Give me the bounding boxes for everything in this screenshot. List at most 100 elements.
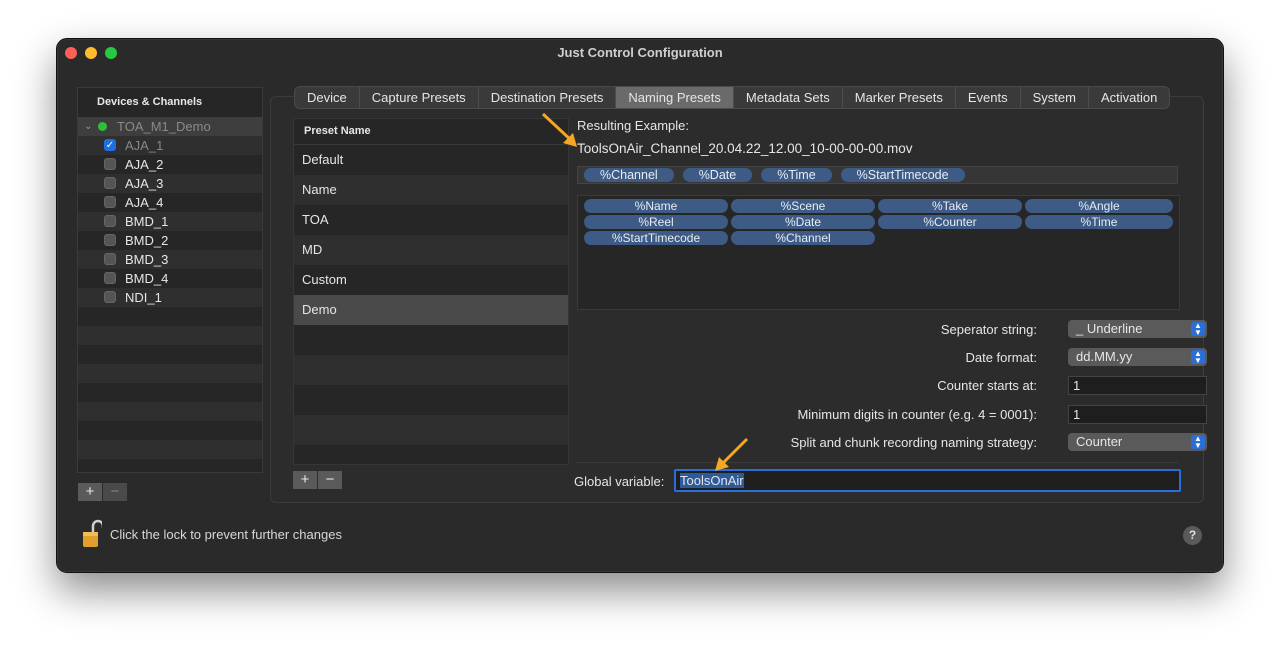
channel-checkbox[interactable] bbox=[104, 291, 116, 303]
remove-device-button[interactable]: − bbox=[103, 483, 127, 501]
channel-checkbox[interactable] bbox=[104, 215, 116, 227]
chevron-updown-icon: ▲ ▼ bbox=[1191, 435, 1205, 450]
channel-label: BMD_2 bbox=[125, 233, 169, 248]
date-format-row: Date format: dd.MM.yy ▲ ▼ bbox=[607, 348, 1207, 368]
min-digits-field[interactable]: 1 bbox=[1068, 405, 1207, 424]
preset-item[interactable]: MD bbox=[294, 235, 568, 265]
available-token[interactable]: %StartTimecode bbox=[584, 231, 728, 245]
help-button[interactable]: ? bbox=[1183, 526, 1202, 545]
divider bbox=[577, 462, 1178, 463]
min-digits-row: Minimum digits in counter (e.g. 4 = 0001… bbox=[607, 405, 1207, 425]
preset-item[interactable]: Default bbox=[294, 145, 568, 175]
active-token[interactable]: %StartTimecode bbox=[840, 168, 965, 182]
split-strategy-select[interactable]: Counter ▲ ▼ bbox=[1068, 433, 1207, 451]
tab-destination-presets[interactable]: Destination Presets bbox=[479, 87, 617, 108]
channel-row[interactable]: AJA_3 bbox=[78, 174, 262, 193]
annotation-arrow-icon bbox=[715, 437, 749, 471]
empty-row bbox=[294, 355, 568, 385]
date-format-select[interactable]: dd.MM.yy ▲ ▼ bbox=[1068, 348, 1207, 366]
channel-row[interactable]: AJA_2 bbox=[78, 155, 262, 174]
counter-start-row: Counter starts at: 1 bbox=[607, 376, 1207, 396]
available-token[interactable]: %Reel bbox=[584, 215, 728, 229]
status-online-icon bbox=[98, 122, 107, 131]
empty-row bbox=[78, 402, 262, 421]
available-token[interactable]: %Time bbox=[1025, 215, 1173, 229]
lock-icon[interactable] bbox=[82, 519, 102, 549]
channel-row[interactable]: BMD_1 bbox=[78, 212, 262, 231]
active-token[interactable]: %Channel bbox=[584, 168, 674, 182]
tab-metadata-sets[interactable]: Metadata Sets bbox=[734, 87, 843, 108]
available-token[interactable]: %Name bbox=[584, 199, 728, 213]
chevron-down-icon[interactable]: ⌄ bbox=[84, 117, 92, 136]
empty-row bbox=[78, 440, 262, 459]
empty-row bbox=[78, 421, 262, 440]
available-token[interactable]: %Take bbox=[878, 199, 1022, 213]
active-token[interactable]: %Date bbox=[682, 168, 753, 182]
empty-row bbox=[78, 459, 262, 478]
presets-add-remove: + − bbox=[293, 471, 342, 489]
preset-item-selected[interactable]: Demo bbox=[294, 295, 568, 325]
date-format-value: dd.MM.yy bbox=[1076, 349, 1133, 364]
devices-panel: Devices & Channels ⌄ TOA_M1_Demo ✓ AJA_1… bbox=[77, 87, 263, 473]
empty-row bbox=[78, 383, 262, 402]
separator-value: _ Underline bbox=[1076, 321, 1143, 336]
tab-device[interactable]: Device bbox=[295, 87, 360, 108]
available-token-grid: %Name %Scene %Take %Angle %Reel %Date %C… bbox=[584, 199, 1173, 245]
available-token[interactable]: %Counter bbox=[878, 215, 1022, 229]
annotation-arrow-icon bbox=[541, 112, 577, 147]
available-token[interactable]: %Channel bbox=[731, 231, 875, 245]
available-token[interactable]: %Angle bbox=[1025, 199, 1173, 213]
split-strategy-value: Counter bbox=[1076, 434, 1123, 449]
tab-bar: Device Capture Presets Destination Prese… bbox=[294, 86, 1171, 109]
available-token[interactable]: %Date bbox=[731, 215, 875, 229]
active-token[interactable]: %Time bbox=[761, 168, 832, 182]
preset-item[interactable]: Name bbox=[294, 175, 568, 205]
channel-checkbox[interactable] bbox=[104, 158, 116, 170]
preset-list-header: Preset Name bbox=[294, 119, 568, 145]
channel-row[interactable]: BMD_4 bbox=[78, 269, 262, 288]
tab-naming-presets[interactable]: Naming Presets bbox=[616, 87, 734, 108]
channel-row[interactable]: BMD_3 bbox=[78, 250, 262, 269]
empty-row bbox=[78, 364, 262, 383]
split-strategy-label: Split and chunk recording naming strateg… bbox=[790, 435, 1037, 450]
channel-checkbox[interactable] bbox=[104, 177, 116, 189]
device-group-row[interactable]: ⌄ TOA_M1_Demo bbox=[78, 117, 262, 136]
empty-row bbox=[294, 385, 568, 415]
available-token[interactable]: %Scene bbox=[731, 199, 875, 213]
result-example: ToolsOnAir_Channel_20.04.22_12.00_10-00-… bbox=[577, 141, 913, 156]
channel-checkbox[interactable] bbox=[104, 234, 116, 246]
separator-label: Seperator string: bbox=[940, 322, 1037, 337]
channel-label: AJA_1 bbox=[125, 138, 164, 153]
channel-checkbox[interactable] bbox=[104, 272, 116, 284]
lock-message: Click the lock to prevent further change… bbox=[110, 527, 342, 542]
counter-start-field[interactable]: 1 bbox=[1068, 376, 1207, 395]
channel-row[interactable]: ✓ AJA_1 bbox=[78, 136, 262, 155]
add-device-button[interactable]: + bbox=[78, 483, 102, 501]
active-token-bar[interactable]: %Channel %Date %Time %StartTimecode bbox=[577, 166, 1178, 184]
chevron-updown-icon: ▲ ▼ bbox=[1191, 322, 1205, 337]
separator-select[interactable]: _ Underline ▲ ▼ bbox=[1068, 320, 1207, 338]
empty-row bbox=[294, 325, 568, 355]
tab-marker-presets[interactable]: Marker Presets bbox=[843, 87, 956, 108]
add-preset-button[interactable]: + bbox=[293, 471, 317, 489]
empty-row bbox=[78, 326, 262, 345]
separator-row: Seperator string: _ Underline ▲ ▼ bbox=[607, 320, 1207, 340]
tab-capture-presets[interactable]: Capture Presets bbox=[360, 87, 479, 108]
devices-add-remove: + − bbox=[78, 483, 127, 501]
preset-item[interactable]: TOA bbox=[294, 205, 568, 235]
preset-item[interactable]: Custom bbox=[294, 265, 568, 295]
available-tokens-area: %Name %Scene %Take %Angle %Reel %Date %C… bbox=[577, 195, 1180, 310]
channel-row[interactable]: NDI_1 bbox=[78, 288, 262, 307]
channel-checkbox[interactable] bbox=[104, 196, 116, 208]
channel-checkbox[interactable] bbox=[104, 253, 116, 265]
empty-row bbox=[78, 345, 262, 364]
tab-activation[interactable]: Activation bbox=[1089, 87, 1169, 108]
channel-row[interactable]: AJA_4 bbox=[78, 193, 262, 212]
remove-preset-button[interactable]: − bbox=[318, 471, 342, 489]
devices-header: Devices & Channels bbox=[97, 96, 203, 108]
channel-row[interactable]: BMD_2 bbox=[78, 231, 262, 250]
tab-system[interactable]: System bbox=[1021, 87, 1089, 108]
channel-checkbox[interactable]: ✓ bbox=[104, 139, 116, 151]
tab-events[interactable]: Events bbox=[956, 87, 1021, 108]
config-window: Just Control Configuration Devices & Cha… bbox=[56, 38, 1224, 573]
